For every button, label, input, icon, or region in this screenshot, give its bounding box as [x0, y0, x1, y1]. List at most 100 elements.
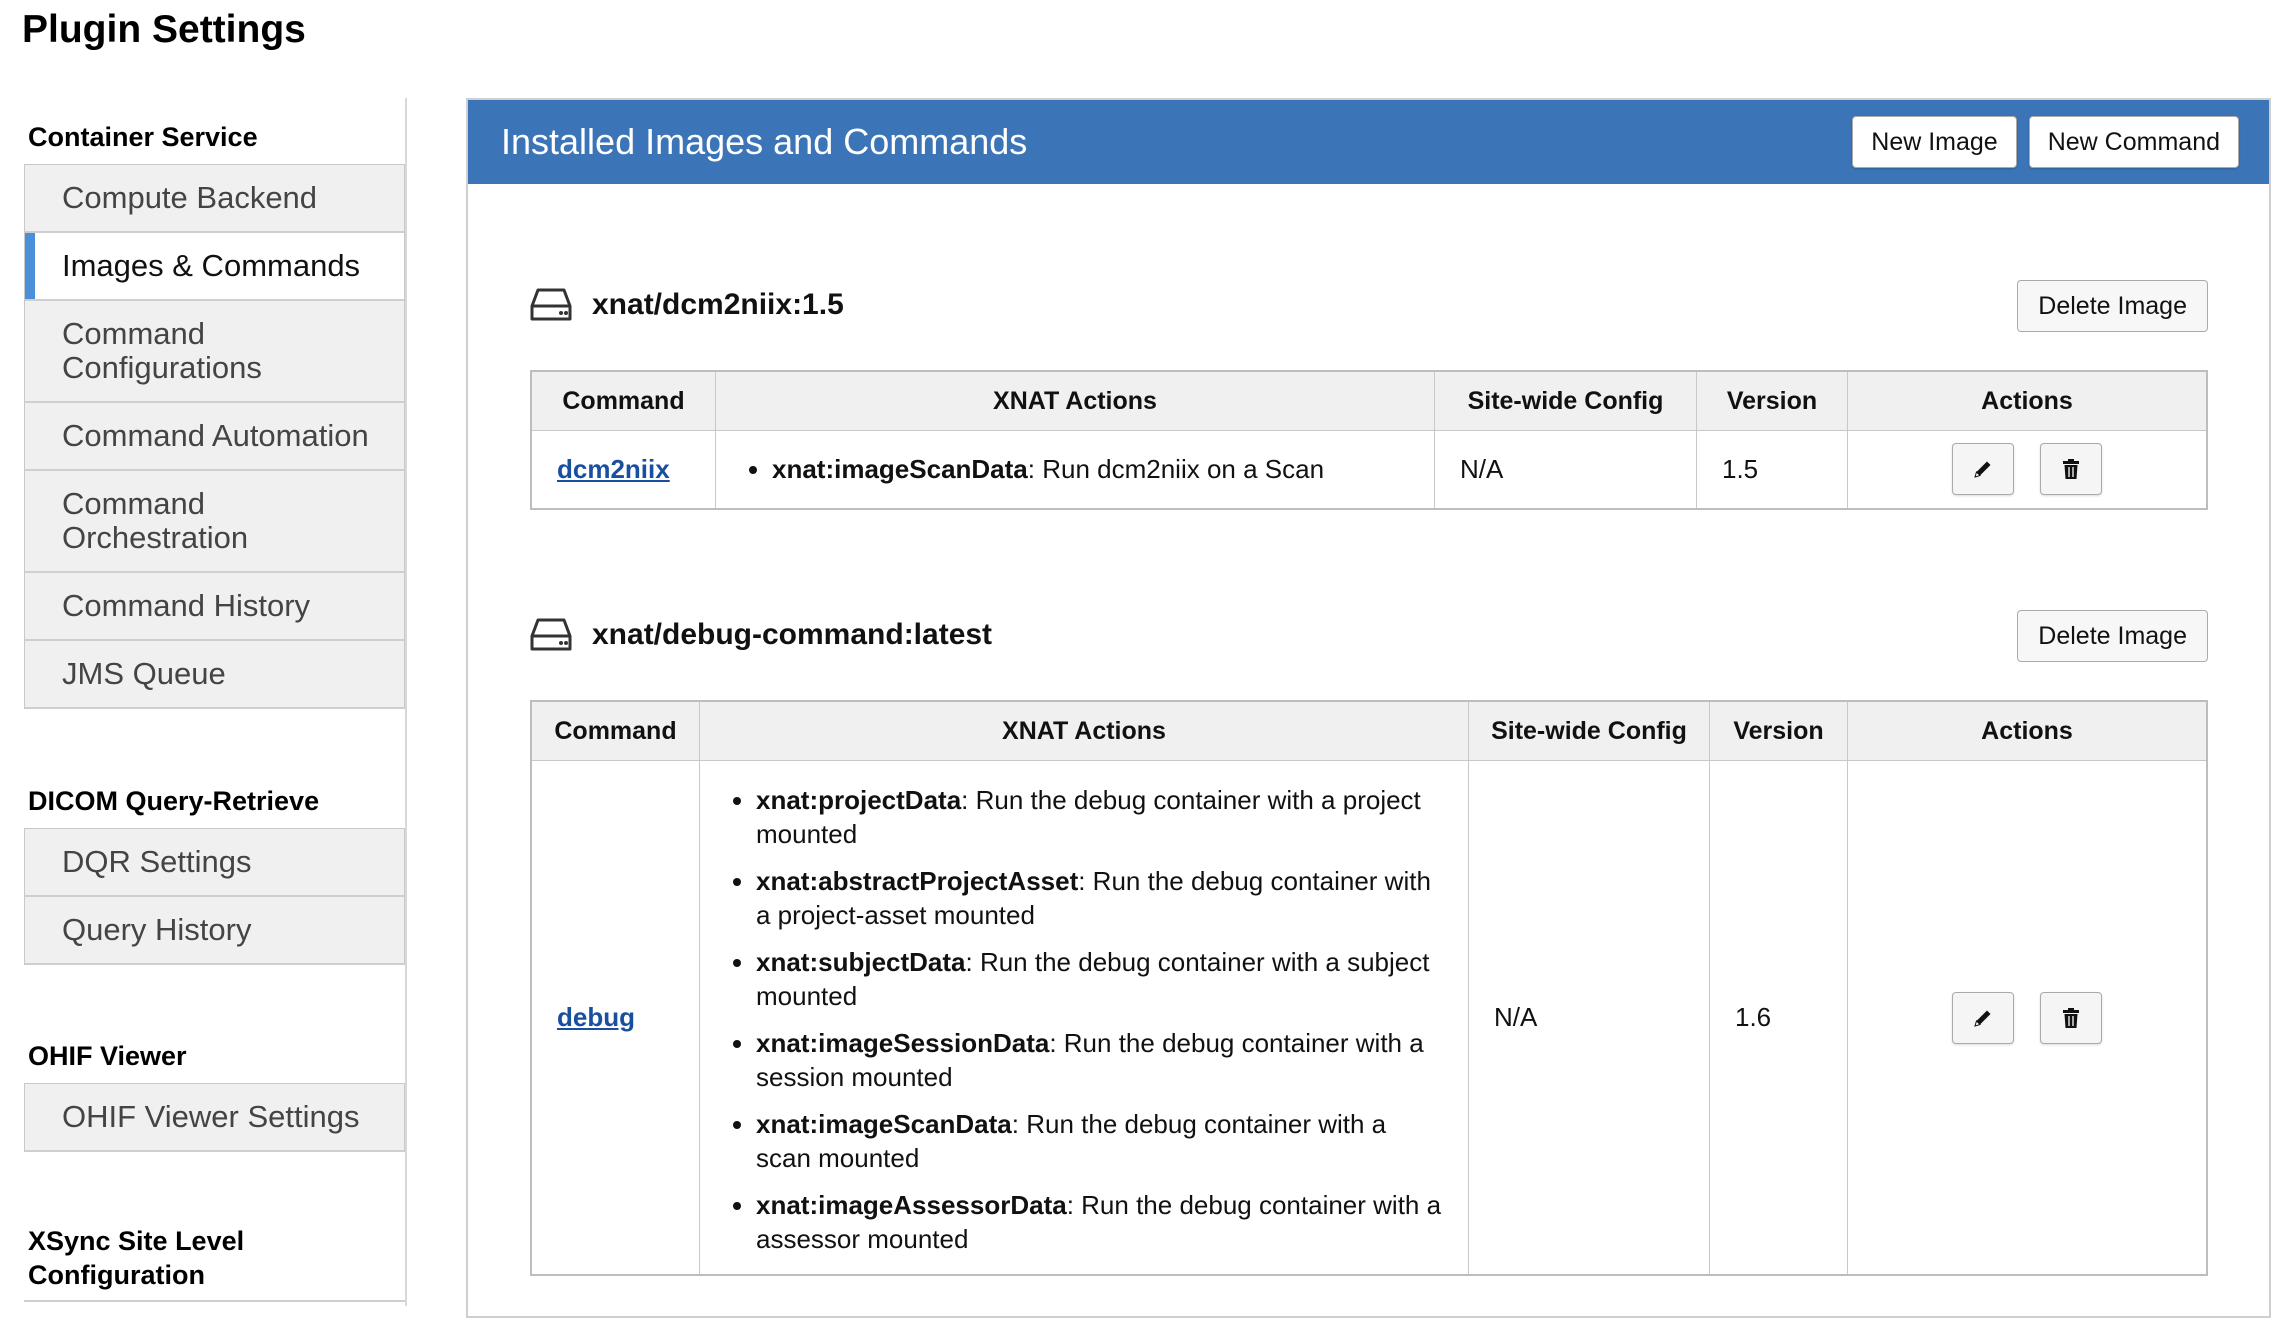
image-block: xnat/debug-command:latest Delete Image C… [530, 610, 2208, 1276]
sidebar-heading: XSync Site Level Configuration [28, 1226, 245, 1290]
table-header-row: Command XNAT Actions Site-wide Config Ve… [530, 700, 2208, 761]
commands-table: Command XNAT Actions Site-wide Config Ve… [530, 370, 2208, 510]
list-item: xnat:projectData: Run the debug containe… [756, 783, 1448, 851]
sidebar-item-command-automation[interactable]: Command Automation [25, 403, 404, 471]
list-item: xnat:abstractProjectAsset: Run the debug… [756, 864, 1448, 932]
image-block: xnat/dcm2niix:1.5 Delete Image Command X… [530, 280, 2208, 510]
sidebar-item-jms-queue[interactable]: JMS Queue [25, 641, 404, 709]
xnat-action-name: xnat:imageScanData [772, 454, 1028, 485]
version-cell: 1.6 [1709, 760, 1848, 1276]
pencil-icon [1974, 461, 1991, 478]
edit-button[interactable] [1952, 443, 2015, 496]
table-row: dcm2niix xnat:imageScanData: Run dcm2nii… [530, 430, 2208, 509]
image-header: xnat/debug-command:latest Delete Image [530, 610, 2208, 700]
sidebar-item-query-history[interactable]: Query History [25, 897, 404, 965]
sidebar-item-label: Compute Backend [62, 180, 318, 215]
sidebar-item-label: Command Orchestration [62, 486, 249, 555]
actions-cell [1847, 430, 2208, 509]
command-cell: debug [530, 760, 700, 1276]
column-header-version: Version [1696, 370, 1848, 431]
sidebar-item-dqr-settings[interactable]: DQR Settings [25, 829, 404, 897]
list-item: xnat:imageScanData: Run dcm2niix on a Sc… [772, 452, 1409, 486]
sidebar-item-label: Command History [62, 588, 311, 623]
delete-command-button[interactable] [2039, 991, 2102, 1044]
sidebar-list: DQR Settings Query History [24, 828, 405, 965]
list-item: xnat:imageAssessorData: Run the debug co… [756, 1188, 1448, 1256]
trash-icon [2062, 1007, 2079, 1028]
actions-cell [1847, 760, 2208, 1276]
sidebar-item-ohif-viewer-settings[interactable]: OHIF Viewer Settings [25, 1084, 404, 1152]
sidebar-item-label: JMS Queue [62, 656, 226, 691]
hard-drive-icon [530, 616, 572, 654]
site-wide-config-cell: N/A [1468, 760, 1710, 1276]
sidebar-item-images-commands[interactable]: Images & Commands [25, 233, 404, 301]
xnat-actions-cell: xnat:imageScanData: Run dcm2niix on a Sc… [715, 430, 1435, 509]
version-cell: 1.5 [1696, 430, 1848, 509]
column-header-xnat-actions: XNAT Actions [715, 370, 1435, 431]
sidebar-heading: Container Service [28, 122, 258, 152]
sidebar-item-command-configurations[interactable]: Command Configurations [25, 301, 404, 403]
column-header-version: Version [1709, 700, 1848, 761]
commands-table: Command XNAT Actions Site-wide Config Ve… [530, 700, 2208, 1276]
xnat-action-name: xnat:subjectData [756, 947, 966, 977]
sidebar-item-compute-backend[interactable]: Compute Backend [25, 165, 404, 233]
sidebar-group-xsync: XSync Site Level Configuration [0, 1224, 405, 1302]
delete-image-button[interactable]: Delete Image [2017, 280, 2208, 332]
command-link[interactable]: debug [557, 1002, 635, 1032]
image-name: xnat/debug-command:latest [592, 618, 993, 651]
sidebar-item-label: DQR Settings [62, 844, 252, 879]
edit-button[interactable] [1952, 991, 2015, 1044]
xnat-action-desc: : Run dcm2niix on a Scan [1027, 454, 1325, 485]
site-wide-config-cell: N/A [1434, 430, 1697, 509]
new-command-button[interactable]: New Command [2028, 116, 2239, 168]
column-header-command: Command [530, 370, 716, 431]
xnat-actions-list: xnat:projectData: Run the debug containe… [730, 783, 1448, 1256]
column-header-site-wide-config: Site-wide Config [1468, 700, 1710, 761]
table-header-row: Command XNAT Actions Site-wide Config Ve… [530, 370, 2208, 431]
xnat-actions-list: xnat:imageScanData: Run dcm2niix on a Sc… [746, 452, 1409, 486]
delete-command-button[interactable] [2039, 443, 2102, 496]
sidebar-item-command-orchestration[interactable]: Command Orchestration [25, 471, 404, 573]
sidebar-item-label: Command Automation [62, 418, 369, 453]
table-row: debug xnat:projectData: Run the debug co… [530, 760, 2208, 1276]
xnat-action-name: xnat:abstractProjectAsset [756, 866, 1079, 896]
sidebar-list: OHIF Viewer Settings [24, 1083, 405, 1152]
xnat-action-name: xnat:imageScanData [756, 1109, 1012, 1139]
sidebar-item-label: Images & Commands [62, 248, 361, 283]
sidebar-divider [24, 1300, 405, 1302]
sidebar-item-command-history[interactable]: Command History [25, 573, 404, 641]
sidebar-group-container-service: Container Service Compute Backend Images… [0, 120, 405, 709]
page-title: Plugin Settings [22, 8, 306, 51]
list-item: xnat:imageScanData: Run the debug contai… [756, 1107, 1448, 1175]
column-header-site-wide-config: Site-wide Config [1434, 370, 1697, 431]
image-name: xnat/dcm2niix:1.5 [592, 288, 844, 321]
sidebar-item-label: Command Configurations [62, 316, 262, 385]
panel-title: Installed Images and Commands [501, 121, 1028, 162]
installed-images-panel: Installed Images and Commands New Image … [466, 98, 2271, 1318]
trash-icon [2062, 459, 2079, 480]
column-header-actions: Actions [1847, 370, 2208, 431]
sidebar-item-label: OHIF Viewer Settings [62, 1099, 360, 1134]
delete-image-button[interactable]: Delete Image [2017, 610, 2208, 662]
sidebar-group-dicom-query-retrieve: DICOM Query-Retrieve DQR Settings Query … [0, 784, 405, 965]
sidebar-heading: DICOM Query-Retrieve [28, 786, 320, 816]
hard-drive-icon [530, 286, 572, 324]
command-link[interactable]: dcm2niix [557, 454, 670, 484]
xnat-action-name: xnat:imageSessionData [756, 1028, 1050, 1058]
column-header-xnat-actions: XNAT Actions [699, 700, 1469, 761]
xnat-action-name: xnat:imageAssessorData [756, 1190, 1067, 1220]
pencil-icon [1974, 1010, 1991, 1027]
new-image-button[interactable]: New Image [1852, 116, 2017, 168]
xnat-action-name: xnat:projectData [756, 785, 962, 815]
panel-header: Installed Images and Commands New Image … [468, 100, 2269, 184]
sidebar-group-ohif-viewer: OHIF Viewer OHIF Viewer Settings [0, 1039, 405, 1152]
column-header-actions: Actions [1847, 700, 2208, 761]
column-header-command: Command [530, 700, 700, 761]
sidebar-list: Compute Backend Images & Commands Comman… [24, 164, 405, 709]
image-header: xnat/dcm2niix:1.5 Delete Image [530, 280, 2208, 370]
command-cell: dcm2niix [530, 430, 716, 509]
sidebar: Container Service Compute Backend Images… [0, 98, 407, 1306]
xnat-actions-cell: xnat:projectData: Run the debug containe… [699, 760, 1469, 1276]
list-item: xnat:imageSessionData: Run the debug con… [756, 1026, 1448, 1094]
sidebar-heading: OHIF Viewer [28, 1041, 187, 1071]
